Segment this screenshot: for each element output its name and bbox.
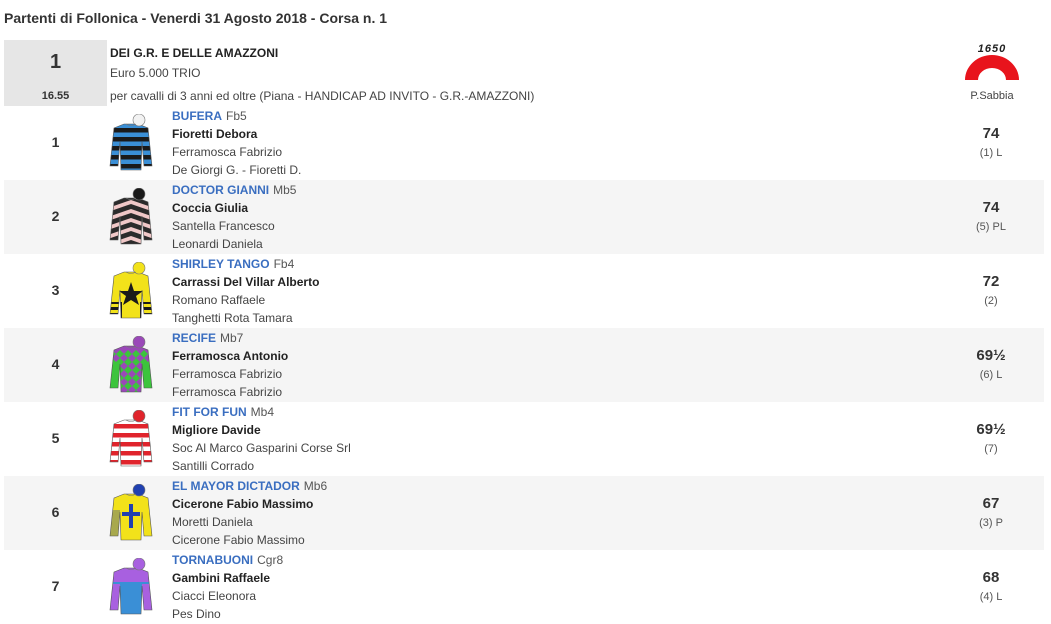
- owner-name: Romano Raffaele: [172, 293, 266, 307]
- horse-line: FIT FOR FUN Mb4: [172, 405, 274, 419]
- track-code: 1650: [978, 43, 1006, 55]
- jockey-silk-icon: [108, 187, 154, 246]
- runner-number: 2: [51, 208, 60, 224]
- runner-row: 5 FIT FOR FUN Mb4 Migliore Davide Soc Al Mar…: [4, 402, 1044, 476]
- jockey-name: Cicerone Fabio Massimo: [172, 497, 314, 511]
- trainer-name: Santilli Corrado: [172, 459, 255, 473]
- track-arc: [965, 55, 1019, 80]
- runner-number: 6: [51, 504, 60, 520]
- trainer-name: Ferramosca Fabrizio: [172, 385, 283, 399]
- runner-draw: (4) L: [979, 591, 1003, 603]
- runner-row: 1 BUFERA Fb5 Fioretti Debora Ferramosca Fabr…: [4, 106, 1044, 180]
- runner-draw: (7): [984, 443, 998, 455]
- horse-code: Fb5: [226, 109, 247, 123]
- horse-name-link[interactable]: DOCTOR GIANNI: [172, 183, 269, 197]
- jockey-silk-icon: [108, 261, 154, 320]
- horse-line: EL MAYOR DICTADOR Mb6: [172, 479, 327, 493]
- trainer-name: Pes Dino: [172, 607, 221, 621]
- race-number: 1: [49, 51, 62, 73]
- horse-name-link[interactable]: SHIRLEY TANGO: [172, 257, 270, 271]
- trainer-name: De Giorgi G. - Fioretti D.: [172, 163, 302, 177]
- owner-name: Moretti Daniela: [172, 515, 253, 529]
- jockey-name: Ferramosca Antonio: [172, 349, 289, 363]
- track-horseshoe-icon: 1650: [965, 43, 1019, 80]
- horse-line: SHIRLEY TANGO Fb4: [172, 257, 294, 271]
- horse-code: Mb5: [273, 183, 297, 197]
- runner-draw: (2): [984, 295, 998, 307]
- runner-draw: (6) L: [979, 369, 1003, 381]
- horse-name-link[interactable]: EL MAYOR DICTADOR: [172, 479, 300, 493]
- horse-code: Mb6: [303, 479, 328, 493]
- runner-weight: 67: [982, 495, 1000, 512]
- horse-line: TORNABUONI Cgr8: [172, 553, 283, 567]
- runner-number: 4: [51, 356, 60, 372]
- horse-code: Mb4: [250, 405, 274, 419]
- runner-weight: 68: [982, 569, 1000, 586]
- owner-name: Ferramosca Fabrizio: [172, 145, 283, 159]
- race-time: 16.55: [41, 90, 70, 102]
- race-name: DEI G.R. E DELLE AMAZZONI: [110, 46, 279, 60]
- jockey-silk-icon: [108, 335, 154, 394]
- runner-weight: 72: [982, 273, 1000, 290]
- jockey-name: Coccia Giulia: [172, 201, 249, 215]
- runner-number: 3: [51, 282, 60, 298]
- runner-row: 6 EL MAYOR DICTADOR Mb6 Cicerone Fabio Mass…: [4, 476, 1044, 550]
- runner-draw: (1) L: [979, 147, 1003, 159]
- horse-line: BUFERA Fb5: [172, 109, 247, 123]
- jockey-silk-icon: [108, 557, 154, 616]
- runners-list: 1 BUFERA Fb5 Fioretti Debora Ferramosca Fabr…: [4, 106, 1044, 624]
- horse-name-link[interactable]: BUFERA: [172, 109, 222, 123]
- horse-code: Cgr8: [257, 553, 284, 567]
- track-surface-label: P.Sabbia: [970, 90, 1014, 102]
- jockey-name: Fioretti Debora: [172, 127, 258, 141]
- runner-draw: (3) P: [979, 517, 1003, 529]
- runner-weight: 69½: [976, 421, 1006, 438]
- trainer-name: Tanghetti Rota Tamara: [172, 311, 293, 325]
- owner-name: Ciacci Eleonora: [172, 589, 257, 603]
- runner-weight: 69½: [976, 347, 1006, 364]
- runner-row: 4 RECIFE Mb7 Ferramosca Antonio Ferramosca F…: [4, 328, 1044, 402]
- trainer-name: Leonardi Daniela: [172, 237, 263, 251]
- jockey-silk-icon: [108, 113, 154, 172]
- race-prize: Euro 5.000 TRIO: [110, 66, 201, 80]
- runner-row: 3 SHIRLEY TANGO Fb4 Carrassi Del Villar Alb…: [4, 254, 1044, 328]
- page-title: Partenti di Follonica - Venerdi 31 Agost…: [4, 10, 388, 26]
- owner-name: Santella Francesco: [172, 219, 275, 233]
- runner-row: 2 DOCTOR GIANNI Mb5 Coccia Giulia Santella F…: [4, 180, 1044, 254]
- race-description: per cavalli di 3 anni ed oltre (Piana - …: [110, 89, 535, 103]
- runner-draw: (5) PL: [976, 221, 1006, 233]
- runner-weight: 74: [982, 125, 1000, 142]
- horse-name-link[interactable]: TORNABUONI: [172, 553, 253, 567]
- owner-name: Ferramosca Fabrizio: [172, 367, 283, 381]
- runner-weight: 74: [982, 199, 1000, 216]
- trainer-name: Cicerone Fabio Massimo: [172, 533, 305, 547]
- jockey-name: Carrassi Del Villar Alberto: [172, 275, 320, 289]
- runner-row: 7 TORNABUONI Cgr8 Gambini Raffaele Ciacci El…: [4, 550, 1044, 624]
- runner-number: 7: [51, 578, 60, 594]
- race-header: 1 16.55 DEI G.R. E DELLE AMAZZONI Euro 5…: [4, 40, 1044, 106]
- horse-name-link[interactable]: RECIFE: [172, 331, 216, 345]
- horse-line: DOCTOR GIANNI Mb5: [172, 183, 296, 197]
- horse-line: RECIFE Mb7: [172, 331, 243, 345]
- jockey-silk-icon: [108, 409, 154, 468]
- jockey-silk-icon: [108, 483, 154, 542]
- runner-number: 1: [51, 134, 60, 150]
- horse-code: Mb7: [220, 331, 244, 345]
- jockey-name: Gambini Raffaele: [172, 571, 271, 585]
- horse-name-link[interactable]: FIT FOR FUN: [172, 405, 247, 419]
- owner-name: Soc Al Marco Gasparini Corse Srl: [172, 441, 351, 455]
- runner-number: 5: [51, 430, 60, 446]
- jockey-name: Migliore Davide: [172, 423, 261, 437]
- horse-code: Fb4: [273, 257, 295, 271]
- race-number-box: 1 16.55: [4, 40, 107, 106]
